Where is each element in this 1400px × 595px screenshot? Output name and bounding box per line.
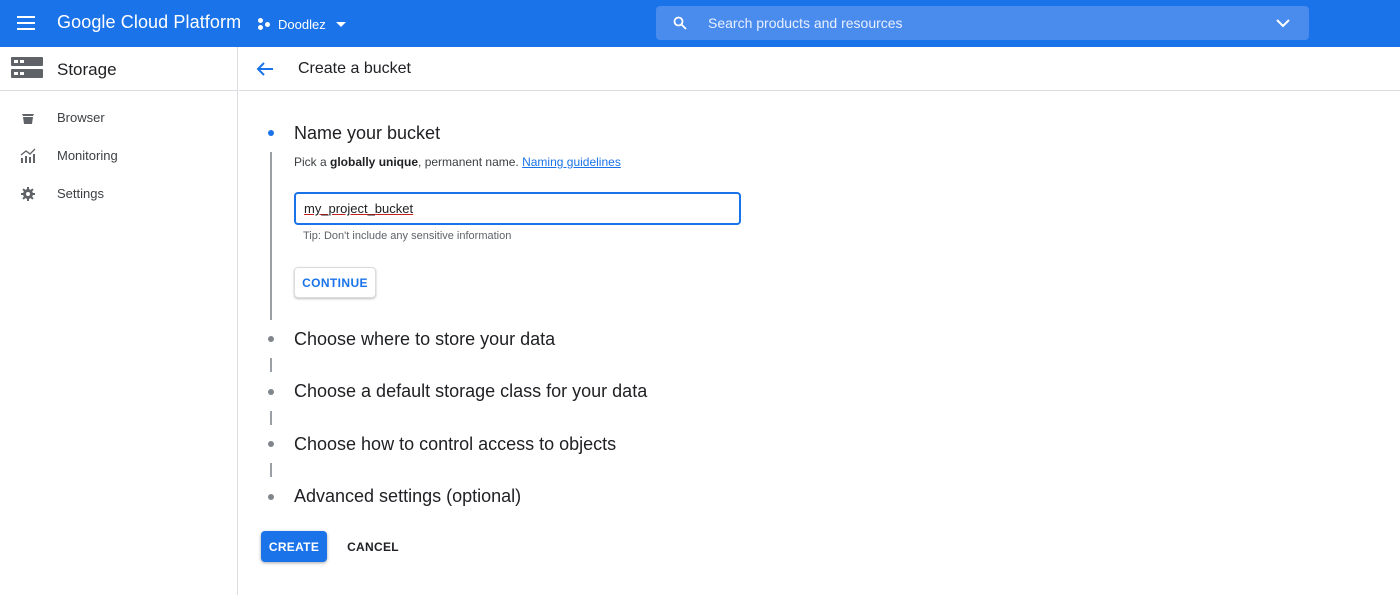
step-indicator (268, 389, 274, 395)
sidebar-title: Storage (57, 60, 117, 79)
step-connector (270, 358, 272, 372)
sidebar-item-settings[interactable]: Settings (0, 176, 238, 212)
project-selector[interactable]: Doodlez (258, 13, 346, 35)
step-name-your-bucket: Name your bucket (294, 123, 441, 143)
top-app-bar: Google Cloud Platform Doodlez Search pro… (0, 0, 1400, 47)
storage-icon (11, 57, 43, 79)
step-connector (270, 152, 272, 320)
back-arrow-icon[interactable] (253, 57, 277, 81)
step-advanced-settings[interactable]: Advanced settings (optional) (294, 486, 521, 507)
dropdown-caret-icon (335, 21, 346, 27)
step-indicator-active (268, 130, 274, 136)
sidebar-item-label: Settings (57, 186, 104, 201)
step-choose-location[interactable]: Choose where to store your data (294, 329, 555, 350)
page-title: Create a bucket (298, 60, 411, 77)
sidebar-item-monitoring[interactable]: Monitoring (0, 138, 238, 174)
hint-emphasis: globally unique (330, 155, 419, 169)
cancel-button[interactable]: CANCEL (340, 531, 406, 562)
step-connector (270, 463, 272, 477)
bucket-name-input[interactable] (294, 192, 741, 225)
step-choose-storage-class[interactable]: Choose a default storage class for your … (294, 381, 647, 402)
step-connector (270, 411, 272, 425)
step-access-control[interactable]: Choose how to control access to objects (294, 434, 616, 455)
brand-title[interactable]: Google Cloud Platform (57, 12, 241, 33)
step-indicator (268, 336, 274, 342)
content-header: Create a bucket (239, 47, 1400, 91)
monitoring-chart-icon (20, 148, 36, 163)
naming-guidelines-link[interactable]: Naming guidelines (522, 155, 621, 169)
create-button[interactable]: CREATE (261, 531, 327, 562)
step-indicator (268, 441, 274, 447)
step-indicator (268, 494, 274, 500)
sensitive-info-tip: Tip: Don't include any sensitive informa… (303, 230, 512, 242)
bucket-name-hint: Pick a globally unique, permanent name. … (294, 155, 621, 169)
project-name: Doodlez (278, 16, 326, 32)
sidebar-item-label: Browser (57, 110, 105, 125)
chevron-down-icon[interactable] (1275, 15, 1291, 31)
hamburger-menu-icon[interactable] (16, 13, 38, 33)
sidebar-header: Storage (0, 47, 237, 91)
gear-icon (21, 187, 35, 201)
search-bar[interactable]: Search products and resources (656, 6, 1309, 40)
continue-button[interactable]: CONTINUE (294, 267, 376, 298)
search-placeholder: Search products and resources (708, 15, 903, 31)
search-icon (673, 16, 687, 30)
sidebar-item-label: Monitoring (57, 148, 118, 163)
bucket-icon (22, 114, 34, 124)
project-hierarchy-icon (258, 17, 272, 31)
sidebar-item-browser[interactable]: Browser (0, 100, 238, 136)
sidebar: Storage Browser Monitoring Settings (0, 47, 238, 595)
